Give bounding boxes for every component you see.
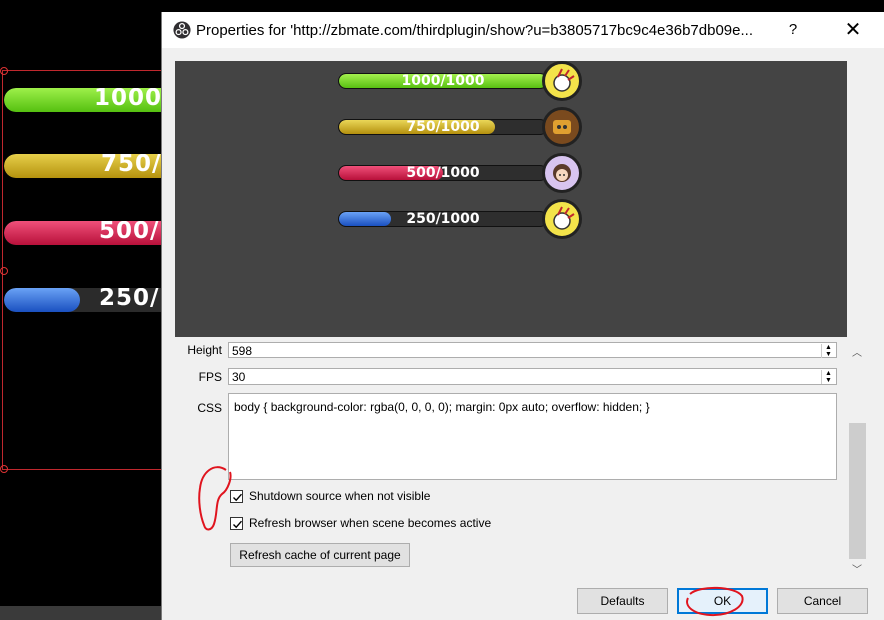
cancel-button[interactable]: Cancel [777,588,868,614]
resize-handle[interactable] [0,465,8,473]
shutdown-checkbox[interactable] [230,490,243,504]
bg-bar-label: 500/ [99,221,160,244]
checkmark-icon [233,494,243,502]
robot-avatar-icon [542,107,582,147]
refresh-cache-button[interactable]: Refresh cache of current page [230,543,410,567]
shutdown-checkbox-row[interactable]: Shutdown source when not visible [230,489,430,507]
checkmark-icon [233,521,243,529]
scroll-up-icon[interactable]: ︿ [848,345,866,362]
close-button[interactable]: ✕ [838,17,868,43]
fps-value: 30 [232,370,246,384]
height-input[interactable]: 598 ▲ ▼ [228,342,837,358]
dialog-title: Properties for 'http://zbmate.com/thirdp… [196,22,753,39]
bg-bottom-strip [0,606,162,620]
resize-handle[interactable] [0,267,8,275]
height-value: 598 [232,344,253,358]
scroll-thumb[interactable] [849,423,866,559]
preview-bar-label: 750/1000 [406,119,480,135]
ok-button[interactable]: OK [677,588,768,614]
spinner-icon[interactable]: ▲ ▼ [821,344,835,358]
defaults-button[interactable]: Defaults [577,588,668,614]
bg-bar-label: 750/ [101,154,162,177]
hand-avatar-icon [542,61,582,101]
obs-preview-background: 1000/ 750/ 500/ 250/ [0,0,204,620]
preview-bar-row: 500/1000 [338,153,588,195]
source-preview: 1000/1000 750/1000 500/1000 250/1000 [175,61,847,337]
preview-bar-row: 750/1000 [338,107,588,149]
preview-bar-row: 250/1000 [338,199,588,241]
fps-label: FPS [198,370,222,384]
bg-bar-label: 250/ [99,288,160,311]
bg-bar-label: 1000/ [94,88,172,111]
preview-bar-label: 500/1000 [406,165,480,181]
css-label: CSS [197,401,222,415]
girl-avatar-icon [542,153,582,193]
obs-logo-icon [173,21,191,39]
fps-input[interactable]: 30 ▲ ▼ [228,368,837,385]
properties-dialog: Properties for 'http://zbmate.com/thirdp… [161,12,884,620]
help-button[interactable]: ? [778,18,808,42]
preview-bar-label: 1000/1000 [401,73,485,89]
spinner-icon[interactable]: ▲ ▼ [821,370,835,384]
height-label: Height [187,343,222,357]
refresh-checkbox-label: Refresh browser when scene becomes activ… [249,516,492,530]
source-selection-frame [0,67,172,473]
preview-bar-label: 250/1000 [406,211,480,227]
resize-handle[interactable] [0,67,8,75]
shutdown-checkbox-label: Shutdown source when not visible [249,489,431,503]
preview-bar-row: 1000/1000 [338,61,588,103]
properties-scrollbar[interactable]: ︿ ﹀ [848,345,866,579]
bg-bar-fill [4,288,80,312]
refresh-checkbox[interactable] [230,517,243,531]
scroll-down-icon[interactable]: ﹀ [848,562,866,579]
css-textarea[interactable]: body { background-color: rgba(0, 0, 0, 0… [228,393,837,480]
dialog-titlebar[interactable]: Properties for 'http://zbmate.com/thirdp… [162,12,884,48]
hand-avatar-icon [542,199,582,239]
refresh-checkbox-row[interactable]: Refresh browser when scene becomes activ… [230,516,491,534]
